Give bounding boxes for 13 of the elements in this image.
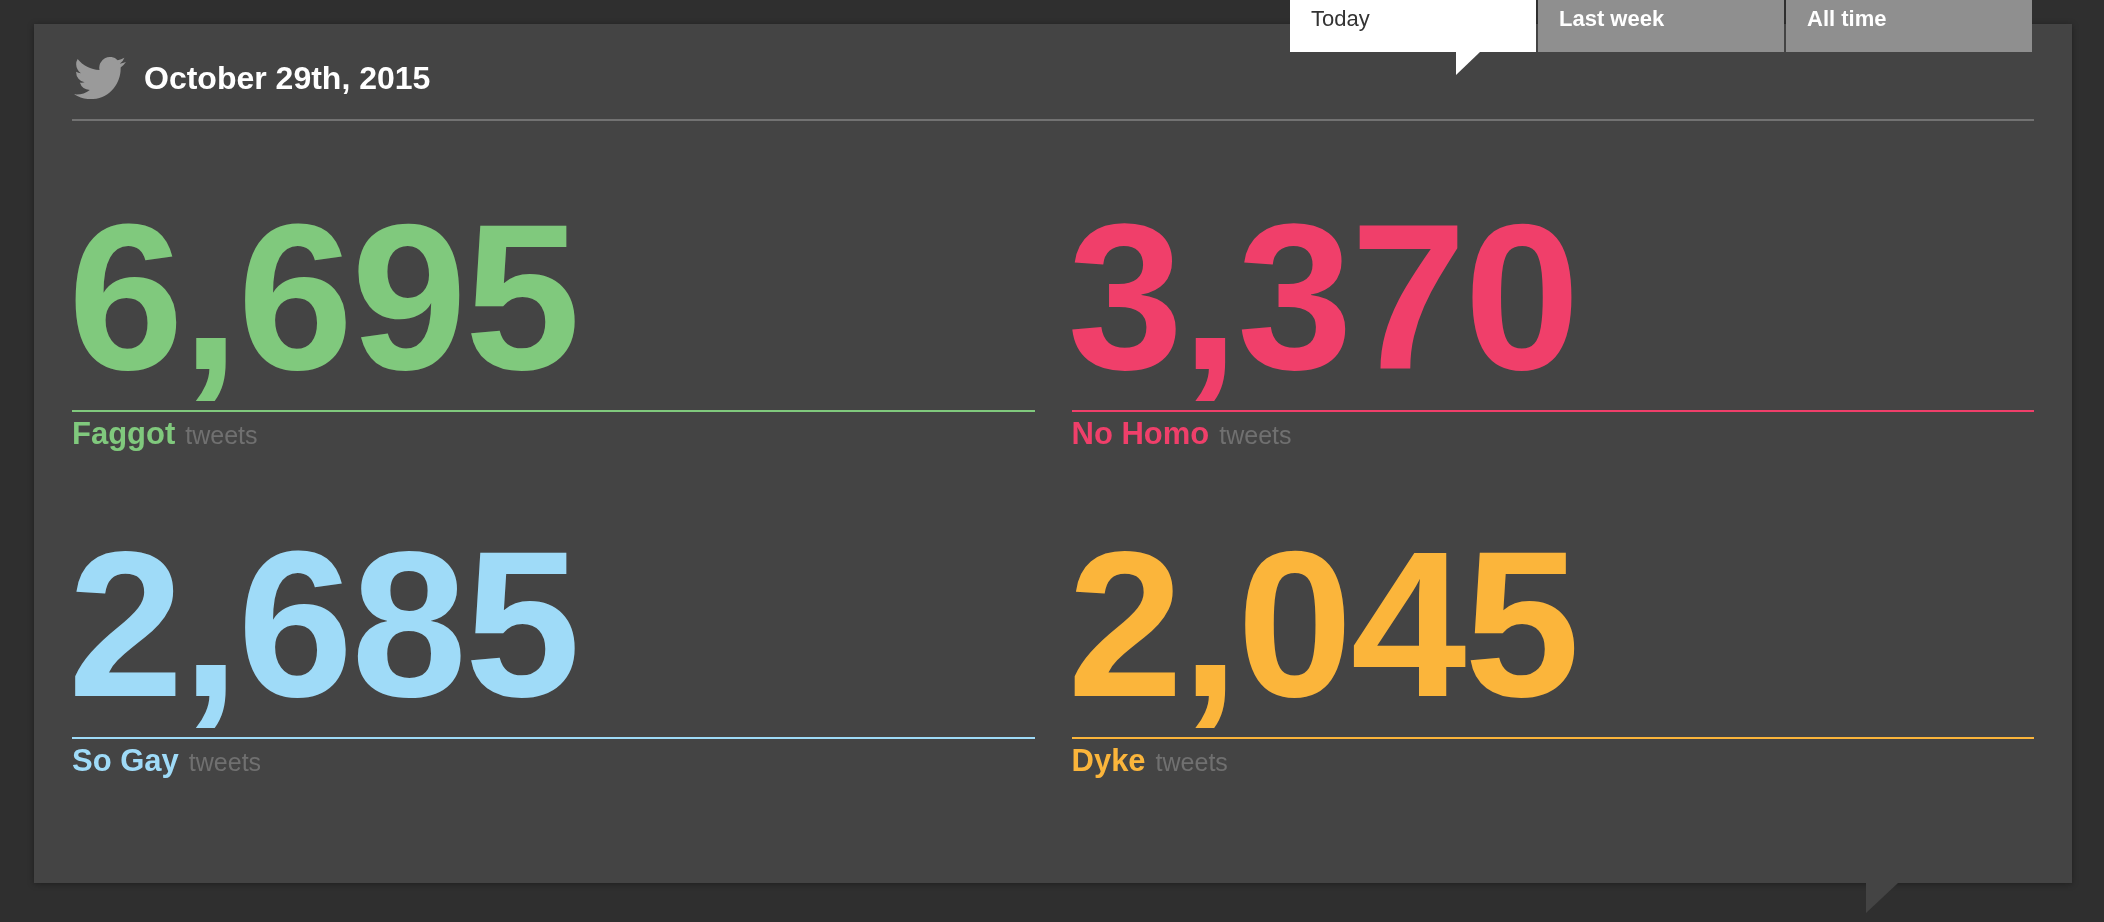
tweet-count: 6,695	[68, 193, 579, 401]
date-title: October 29th, 2015	[144, 58, 431, 97]
tweet-count: 3,370	[1067, 193, 1578, 401]
tweet-count: 2,045	[1067, 520, 1578, 728]
tab[interactable]: All time	[1786, 0, 2032, 52]
term-label: Faggot	[72, 416, 176, 452]
bird-icon	[74, 56, 126, 99]
term-label: Dyke	[1071, 743, 1146, 779]
term-label: No Homo	[1071, 416, 1210, 452]
tab[interactable]: Last week	[1538, 0, 1784, 52]
tweet-count: 2,685	[68, 520, 579, 728]
tab[interactable]: Today	[1290, 0, 1536, 52]
term-label: So Gay	[72, 743, 179, 779]
